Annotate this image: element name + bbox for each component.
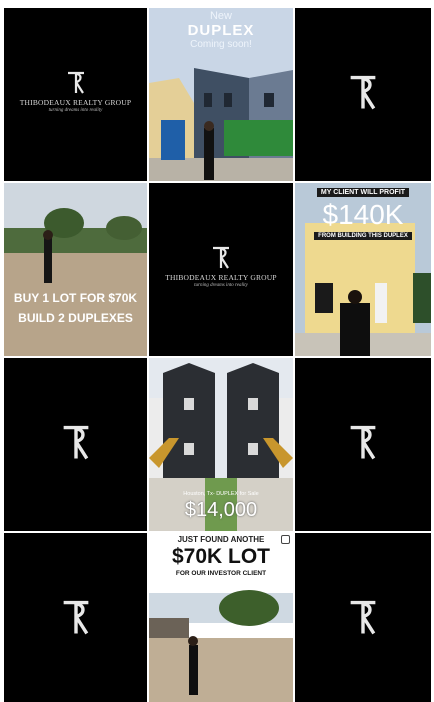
post-amount-70k-lot: $70K LOT xyxy=(171,545,271,568)
post-headline-found-another: JUST FOUND ANOTHE xyxy=(177,535,265,544)
post-logo-tile-5[interactable] xyxy=(295,358,431,531)
post-caption-investor-client: FOR OUR INVESTOR CLIENT xyxy=(175,570,267,577)
tr-monogram-icon xyxy=(350,600,376,635)
post-duplex-for-sale[interactable]: Houston, Tx- DUPLEX for Sale $14,000 xyxy=(149,358,293,531)
post-another-70k-lot[interactable]: JUST FOUND ANOTHE $70K LOT FOR OUR INVES… xyxy=(149,533,293,702)
post-logo-tile-3[interactable]: THIBODEAUX REALTY GROUP turning dreams i… xyxy=(149,183,293,356)
post-duplex-coming-soon[interactable]: New DUPLEX Coming soon! xyxy=(149,8,293,181)
post-headline-new: New xyxy=(209,10,232,22)
post-headline-build-duplexes: BUILD 2 DUPLEXES xyxy=(18,311,133,325)
tr-monogram-icon xyxy=(63,425,88,460)
tr-monogram-icon xyxy=(350,425,376,460)
post-logo-tile-4[interactable] xyxy=(4,358,147,531)
post-headline-coming-soon: Coming soon! xyxy=(190,39,252,50)
tr-monogram-icon xyxy=(67,71,84,94)
post-price-14000: $14,000 xyxy=(184,499,258,521)
tr-monogram-icon xyxy=(63,600,88,635)
post-profit-140k[interactable]: MY CLIENT WILL PROFIT $140K FROM BUILDIN… xyxy=(295,183,431,356)
empty-lot-photo xyxy=(4,183,147,356)
company-name: THIBODEAUX REALTY GROUP xyxy=(165,273,277,282)
post-logo-tile-6[interactable] xyxy=(4,533,147,702)
post-banner-for-sale: Houston, Tx- DUPLEX for Sale xyxy=(183,491,259,497)
post-logo-tile-1[interactable]: THIBODEAUX REALTY GROUP turning dreams i… xyxy=(4,8,147,181)
post-logo-tile-7[interactable] xyxy=(295,533,431,702)
company-name: THIBODEAUX REALTY GROUP xyxy=(19,98,132,107)
post-amount-140k: $140K xyxy=(322,199,404,230)
tr-monogram-icon xyxy=(350,75,376,110)
company-tagline: turning dreams into reality xyxy=(194,283,248,288)
post-logo-tile-2[interactable] xyxy=(295,8,431,181)
post-headline-buy-lot: BUY 1 LOT FOR $70K xyxy=(13,291,138,305)
tr-monogram-icon xyxy=(213,246,229,269)
reel-icon xyxy=(281,535,290,544)
company-tagline: turning dreams into reality xyxy=(48,108,103,113)
post-banner-client-profit: MY CLIENT WILL PROFIT xyxy=(295,188,431,197)
post-caption-building-duplex: FROM BUILDING THIS DUPLEX xyxy=(295,232,431,240)
post-lot-70k[interactable]: BUY 1 LOT FOR $70K BUILD 2 DUPLEXES xyxy=(4,183,147,356)
post-headline-duplex: DUPLEX xyxy=(187,22,255,39)
